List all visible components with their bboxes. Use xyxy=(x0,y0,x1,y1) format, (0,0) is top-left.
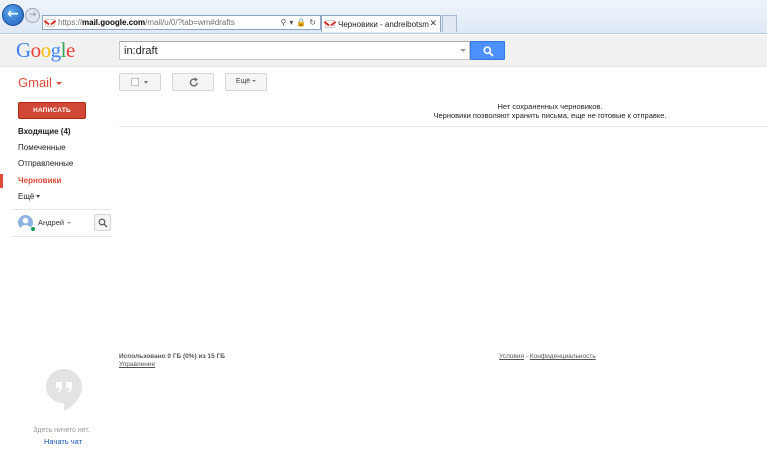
sidebar-item-inbox[interactable]: Входящие (4) xyxy=(0,125,112,139)
back-arrow-icon[interactable]: ← xyxy=(2,4,24,26)
checkbox-icon xyxy=(131,78,139,86)
gmail-label-text: Gmail xyxy=(18,75,52,90)
search-icon xyxy=(483,46,494,57)
tab-title: Черновики - andreibotsma... xyxy=(338,19,429,29)
hangouts-bubble-icon xyxy=(45,368,83,417)
online-status-dot xyxy=(30,226,36,232)
google-bar: Google xyxy=(0,35,767,67)
gmail-favicon-icon xyxy=(325,20,335,28)
address-bar[interactable]: https://mail.google.com/mail/u/0/?tab=wm… xyxy=(42,15,321,30)
url-protocol: https:// xyxy=(58,18,83,27)
browser-chrome: ← → https://mail.google.com/mail/u/0/?ta… xyxy=(0,0,767,34)
start-chat-link[interactable]: Начать чат xyxy=(44,437,82,446)
close-icon[interactable]: ✕ xyxy=(429,19,437,29)
search-icon xyxy=(98,218,108,228)
sidebar-item-label: Ещё xyxy=(18,192,35,201)
search-options-caret-icon[interactable] xyxy=(460,49,466,52)
chevron-down-icon xyxy=(36,195,41,199)
sidebar-item-drafts[interactable]: Черновики xyxy=(0,174,112,188)
footer-links: Условия - Конфиденциальность xyxy=(499,353,596,360)
gmail-favicon-icon xyxy=(45,18,55,27)
browser-tab[interactable]: Черновики - andreibotsma... ✕ xyxy=(321,15,441,32)
privacy-link[interactable]: Конфиденциальность xyxy=(530,353,596,360)
storage-usage: Использовано 0 ГБ (0%) из 15 ГБ xyxy=(119,353,225,360)
url-path: /mail/u/0/?tab=wm#drafts xyxy=(145,18,235,27)
more-button[interactable]: Ещё xyxy=(225,73,267,91)
refresh-icon xyxy=(189,77,198,87)
sidebar-item-sent[interactable]: Отправленные xyxy=(0,157,112,171)
sidebar-item-starred[interactable]: Помеченные xyxy=(0,141,112,155)
chat-empty-text: Здесь ничего нет. xyxy=(33,427,90,434)
search-icon[interactable]: ⚲ xyxy=(280,18,286,27)
compose-button[interactable]: НАПИСАТЬ xyxy=(18,102,86,119)
gmail-app-switcher[interactable]: Gmail xyxy=(18,75,62,90)
refresh-button[interactable] xyxy=(172,73,214,91)
sidebar-item-more[interactable]: Ещё xyxy=(0,190,112,204)
user-name: Андрей xyxy=(38,218,65,227)
terms-link[interactable]: Условия xyxy=(499,353,524,360)
sidebar-divider xyxy=(12,236,112,237)
chat-search-button[interactable] xyxy=(94,214,111,231)
content-divider xyxy=(119,126,767,127)
new-tab-button[interactable] xyxy=(442,15,457,32)
chevron-down-icon xyxy=(252,80,257,83)
google-logo[interactable]: Google xyxy=(16,38,75,63)
manage-storage-link[interactable]: Управление xyxy=(119,361,155,368)
dropdown-icon[interactable]: ▾ xyxy=(289,18,293,27)
sidebar-divider xyxy=(12,209,112,210)
select-checkbox-button[interactable] xyxy=(119,73,161,91)
refresh-icon[interactable]: ↻ xyxy=(309,18,316,27)
forward-arrow-icon[interactable]: → xyxy=(25,8,40,23)
url-host: mail.google.com xyxy=(82,18,146,27)
mail-search-input[interactable] xyxy=(119,41,470,60)
lock-icon[interactable]: 🔒 xyxy=(296,18,306,27)
search-button[interactable] xyxy=(470,41,505,60)
chevron-down-icon xyxy=(144,81,148,84)
chevron-down-icon xyxy=(55,82,62,86)
drafts-empty-description: Черновики позволяют хранить письма, еще … xyxy=(433,111,667,120)
drafts-empty-title: Нет сохраненных черновиков. xyxy=(497,102,603,111)
chevron-down-icon xyxy=(67,222,72,225)
user-status-menu[interactable]: Андрей xyxy=(38,218,72,227)
more-label: Ещё xyxy=(235,78,251,85)
